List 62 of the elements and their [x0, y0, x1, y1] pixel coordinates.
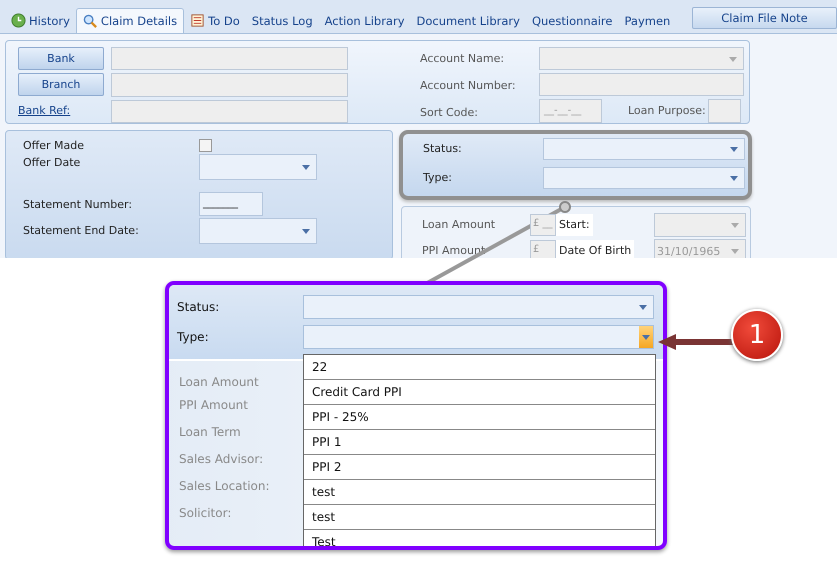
field-label: Statement End Date: [23, 223, 140, 239]
field-label: Offer Date [23, 155, 82, 171]
caret-icon [731, 223, 739, 228]
caret-icon [730, 176, 738, 181]
field-label: Loan Amount [422, 217, 496, 233]
input-field[interactable] [539, 73, 744, 96]
checkbox[interactable] [199, 139, 212, 152]
bank-ref-link[interactable]: Bank Ref: [18, 99, 104, 123]
branch-button[interactable]: Branch [18, 73, 104, 96]
statement-number-field[interactable]: _______ [199, 192, 263, 216]
field-label: PPI Amount [179, 397, 248, 414]
field-label: Solicitor: [179, 505, 232, 522]
claim-file-note-button[interactable]: Claim File Note [692, 7, 837, 29]
clock-icon [11, 13, 26, 28]
caret-icon [302, 229, 310, 234]
dropdown-button[interactable] [639, 326, 653, 348]
caret-icon [729, 56, 737, 62]
step-badge: 1 [731, 309, 783, 361]
caret-icon [642, 334, 650, 340]
caret-icon [731, 249, 739, 254]
checklist-icon [190, 13, 206, 28]
caret-icon [730, 147, 738, 152]
field-label: Date Of Birth [556, 240, 634, 258]
bank-button[interactable]: Bank [18, 47, 104, 70]
input-field[interactable] [111, 73, 348, 97]
dropdown-field[interactable] [654, 213, 746, 237]
field-label: Sort Code: [420, 105, 479, 121]
input-field[interactable] [111, 100, 348, 123]
input-field[interactable] [708, 99, 741, 123]
field-label: Status: [177, 299, 220, 316]
caret-icon [639, 305, 647, 310]
field-label: Statement Number: [23, 197, 134, 213]
date-dropdown[interactable] [199, 218, 317, 244]
tab[interactable]: Questionnaire [526, 8, 618, 33]
field-label: Sales Location: [179, 478, 270, 495]
tab[interactable]: Document Library [410, 8, 526, 33]
tab[interactable]: Action Library [318, 8, 411, 33]
field-label: Loan Amount [179, 374, 259, 391]
field-label: Start: [556, 214, 593, 236]
dropdown-field[interactable] [539, 47, 744, 70]
field-label: Account Number: [420, 78, 517, 94]
field-label: Sales Advisor: [179, 451, 264, 468]
field-label: Status: [423, 141, 463, 157]
type-dropdown[interactable] [543, 167, 745, 189]
status-dropdown[interactable] [543, 138, 745, 160]
tab[interactable]: Paymen [618, 8, 676, 33]
tab[interactable]: History [5, 8, 76, 33]
tab[interactable]: To Do [184, 8, 246, 33]
field-label: Loan Purpose: [628, 103, 706, 119]
input-field[interactable] [111, 47, 348, 70]
tab[interactable]: Status Log [246, 8, 319, 33]
magnifier-icon [82, 14, 98, 28]
field-label: Type: [423, 170, 453, 186]
date-dropdown[interactable] [199, 154, 317, 180]
field-label: Offer Made [23, 138, 86, 154]
caret-icon [302, 165, 310, 170]
type-dropdown[interactable] [303, 325, 654, 349]
status-dropdown[interactable] [303, 295, 654, 319]
field-label: Account Name: [420, 51, 506, 67]
field-label: Type: [177, 329, 210, 346]
field-label: Loan Term [179, 424, 241, 441]
tab[interactable]: Claim Details [76, 8, 184, 33]
